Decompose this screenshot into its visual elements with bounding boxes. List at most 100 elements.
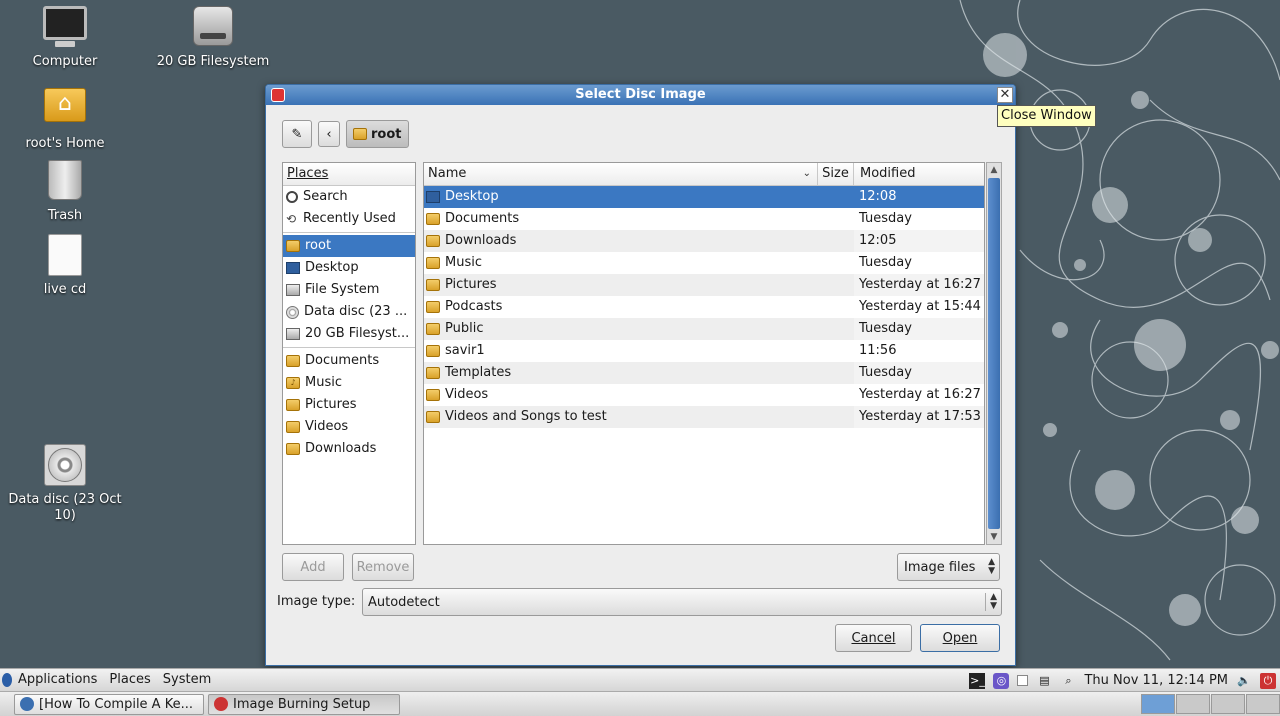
close-window-button[interactable]: ✕: [997, 87, 1013, 103]
gnome-foot-icon: [2, 673, 12, 687]
column-header-name[interactable]: Name ⌄: [424, 163, 818, 185]
remove-bookmark-button[interactable]: Remove: [352, 553, 414, 581]
workspace-2[interactable]: [1176, 694, 1210, 714]
place-recently-used[interactable]: ⟲ Recently Used: [283, 208, 415, 230]
path-back-button[interactable]: ‹: [318, 121, 340, 147]
file-row[interactable]: Pictures Yesterday at 16:27: [424, 274, 984, 296]
file-row[interactable]: savir1 11:56: [424, 340, 984, 362]
place-documents[interactable]: Documents: [283, 350, 415, 372]
workspace-4[interactable]: [1246, 694, 1280, 714]
file-row[interactable]: Videos Yesterday at 16:27: [424, 384, 984, 406]
volume-icon[interactable]: 🔈: [1236, 673, 1252, 689]
terminal-icon[interactable]: >_: [969, 672, 986, 689]
place-data-disc[interactable]: Data disc (23 ...: [283, 301, 415, 323]
trash-icon: [43, 160, 87, 204]
menu-applications[interactable]: Applications: [12, 669, 103, 691]
checkbox-icon[interactable]: [1017, 675, 1029, 686]
logout-icon[interactable]: ⏻: [1260, 672, 1276, 689]
file-modified-cell: 12:05: [854, 230, 984, 252]
menu-places[interactable]: Places: [103, 669, 156, 691]
desktop-icon-home[interactable]: root's Home: [0, 82, 130, 152]
file-row[interactable]: Downloads 12:05: [424, 230, 984, 252]
music-folder-icon: ♪: [286, 377, 300, 389]
file-row[interactable]: Templates Tuesday: [424, 362, 984, 384]
desktop-icon-livecd[interactable]: live cd: [0, 234, 130, 298]
browser-icon: [20, 697, 34, 711]
folder-icon: [426, 301, 440, 313]
system-tray: >_ ◎ ▤ ⌕ Thu Nov 11, 12:14 PM 🔈 ⏻: [969, 669, 1280, 692]
file-row[interactable]: Podcasts Yesterday at 15:44: [424, 296, 984, 318]
path-crumb-root[interactable]: root: [346, 120, 409, 148]
task-image-burning-setup[interactable]: Image Burning Setup: [208, 694, 400, 715]
desktop-icon-trash[interactable]: Trash: [0, 158, 130, 224]
file-rows: Desktop 12:08 Documents Tuesday Downloads 12:…: [424, 186, 984, 428]
place-search[interactable]: Search: [283, 186, 415, 208]
places-header[interactable]: Places: [283, 163, 415, 186]
file-row[interactable]: Public Tuesday: [424, 318, 984, 340]
file-size-cell: [818, 406, 854, 428]
file-row[interactable]: Music Tuesday: [424, 252, 984, 274]
computer-icon: [43, 6, 87, 50]
file-icon: [43, 234, 87, 278]
place-pictures[interactable]: Pictures: [283, 394, 415, 416]
menu-system[interactable]: System: [157, 669, 217, 691]
place-music[interactable]: ♪ Music: [283, 372, 415, 394]
printer-icon[interactable]: ▤: [1036, 673, 1052, 689]
scroll-thumb[interactable]: [988, 178, 1000, 529]
scroll-down-icon[interactable]: ▼: [987, 530, 1001, 544]
file-name-cell: Pictures: [424, 274, 818, 296]
open-button[interactable]: Open: [920, 624, 1000, 652]
network-icon[interactable]: ⌕: [1060, 673, 1076, 689]
file-size-cell: [818, 274, 854, 296]
cd-icon: [43, 444, 87, 488]
gnome-menu-panel: Applications Places System >_ ◎ ▤ ⌕ Thu …: [0, 668, 1280, 691]
image-type-combo[interactable]: Autodetect ▲ ▼: [362, 588, 1002, 616]
cancel-button[interactable]: Cancel: [835, 624, 912, 652]
clock[interactable]: Thu Nov 11, 12:14 PM: [1084, 673, 1228, 688]
sort-descending-icon: ⌄: [802, 168, 811, 179]
place-desktop[interactable]: Desktop: [283, 257, 415, 279]
disc-burner-icon[interactable]: ◎: [993, 672, 1010, 689]
place-videos[interactable]: Videos: [283, 416, 415, 438]
type-location-button[interactable]: ✎: [282, 120, 312, 148]
file-modified-cell: Yesterday at 17:53: [854, 406, 984, 428]
file-name-cell: Desktop: [424, 186, 818, 208]
file-size-cell: [818, 318, 854, 340]
place-root[interactable]: root: [283, 235, 415, 257]
column-header-modified[interactable]: Modified: [854, 163, 984, 185]
desktop-icon-datadisc[interactable]: Data disc (23 Oct 10): [5, 444, 125, 524]
close-window-tooltip: Close Window: [997, 105, 1096, 127]
place-20gb-filesystem[interactable]: 20 GB Filesyst...: [283, 323, 415, 345]
file-row[interactable]: Documents Tuesday: [424, 208, 984, 230]
desktop-icon-computer[interactable]: Computer: [0, 6, 130, 70]
place-file-system[interactable]: File System: [283, 279, 415, 301]
file-size-cell: [818, 252, 854, 274]
file-row[interactable]: Videos and Songs to test Yesterday at 17:…: [424, 406, 984, 428]
file-name-cell: Public: [424, 318, 818, 340]
place-downloads[interactable]: Downloads: [283, 438, 415, 460]
desktop-icon-filesystem[interactable]: 20 GB Filesystem: [148, 6, 278, 70]
file-filter-combo[interactable]: Image files ▲ ▼: [897, 553, 1000, 581]
file-row[interactable]: Desktop 12:08: [424, 186, 984, 208]
pencil-icon: ✎: [291, 126, 303, 142]
file-size-cell: [818, 340, 854, 362]
workspace-3[interactable]: [1211, 694, 1245, 714]
file-modified-cell: 12:08: [854, 186, 984, 208]
folder-icon: [426, 411, 440, 423]
file-modified-cell: Yesterday at 16:27: [854, 384, 984, 406]
workspace-1[interactable]: [1141, 694, 1175, 714]
filesystem-icon: [286, 284, 300, 296]
folder-icon: [426, 389, 440, 401]
home-folder-icon: [43, 88, 87, 132]
task-browser[interactable]: [How To Compile A Ke...: [14, 694, 204, 715]
harddisk-icon: [286, 328, 300, 340]
image-type-label: Image type:: [277, 594, 356, 609]
file-name-cell: Podcasts: [424, 296, 818, 318]
scroll-up-icon[interactable]: ▲: [987, 163, 1001, 177]
dialog-titlebar[interactable]: Select Disc Image ✕: [266, 85, 1015, 105]
home-folder-icon: [353, 128, 367, 140]
file-list-scrollbar[interactable]: ▲ ▼: [986, 162, 1002, 545]
column-header-size[interactable]: Size: [818, 163, 854, 185]
add-bookmark-button[interactable]: Add: [282, 553, 344, 581]
folder-icon: [426, 235, 440, 247]
